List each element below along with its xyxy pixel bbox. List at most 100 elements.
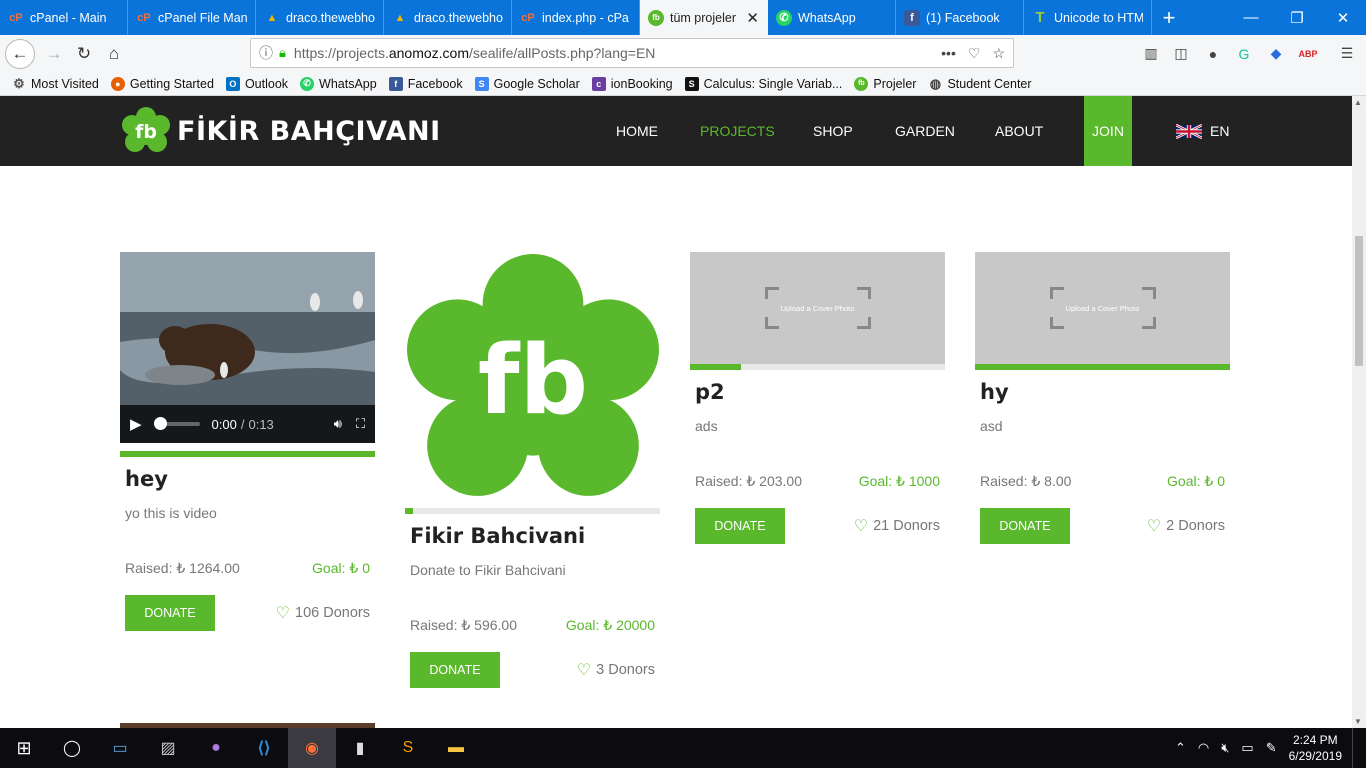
page-scrollbar[interactable]: ▲ ▼: [1352, 96, 1366, 728]
site-logo[interactable]: fb FİKİR BAHÇIVANI: [121, 106, 441, 156]
project-title[interactable]: p2: [695, 380, 940, 404]
heart-icon[interactable]: ♡: [276, 603, 290, 623]
reload-button[interactable]: ↻: [69, 39, 99, 69]
nav-home[interactable]: HOME: [616, 96, 658, 166]
firefox-icon[interactable]: ◉: [288, 728, 336, 768]
bookmark-most-visited[interactable]: ⚙ Most Visited: [12, 76, 99, 91]
bookmark-getting-started[interactable]: ● Getting Started: [110, 76, 214, 91]
tab-draco-2[interactable]: ▲ draco.thewebho: [384, 0, 512, 35]
tab-facebook[interactable]: f (1) Facebook: [896, 0, 1024, 35]
pen-icon[interactable]: ✎: [1266, 740, 1277, 756]
adblock-icon[interactable]: ABP: [1293, 35, 1323, 72]
scroll-down-icon[interactable]: ▼: [1354, 717, 1362, 726]
project-card: ▶ 0:00/0:13 🔊︎ ⛶ hey yo this is video Ra…: [120, 252, 375, 631]
tab-index-php[interactable]: cP index.php - cPa: [512, 0, 640, 35]
bookmark-star-icon[interactable]: ☆: [992, 45, 1005, 62]
account-icon[interactable]: ●: [1198, 35, 1228, 72]
windows-start-icon[interactable]: ⊞: [0, 728, 48, 768]
heart-icon[interactable]: ♡: [1147, 516, 1161, 536]
donate-button[interactable]: DONATE: [410, 652, 500, 688]
tab-unicode[interactable]: T Unicode to HTM: [1024, 0, 1152, 35]
donate-button[interactable]: DONATE: [695, 508, 785, 544]
new-tab-button[interactable]: +: [1152, 0, 1186, 35]
join-button[interactable]: JOIN: [1084, 96, 1132, 166]
extension-icon[interactable]: ◆: [1261, 35, 1291, 72]
tab-whatsapp[interactable]: ✆ WhatsApp: [768, 0, 896, 35]
language-selector[interactable]: EN: [1176, 96, 1229, 166]
sublime-icon[interactable]: S: [384, 728, 432, 768]
donors-count: ♡ 21 Donors: [853, 516, 940, 536]
notifications-icon[interactable]: [1352, 728, 1366, 768]
bookmark-google-scholar[interactable]: S Google Scholar: [474, 76, 580, 91]
windows-taskbar: ⊞ ◯ ▭ ▨ ● ⟨⟩ ◉ ▮ S ▬ ⌃ ◠ 🔇︎ ▭ ✎ 2:24 PM …: [0, 728, 1366, 768]
close-tab-icon[interactable]: ✕: [746, 9, 759, 27]
pocket-icon[interactable]: ♡: [968, 45, 981, 62]
globe-icon: ◍: [929, 75, 942, 91]
donate-button[interactable]: DONATE: [980, 508, 1070, 544]
tray-chevron-icon[interactable]: ⌃: [1175, 740, 1186, 756]
facebook-icon: f: [904, 9, 920, 26]
cortana-icon[interactable]: ◯: [48, 728, 96, 768]
back-button[interactable]: ←: [5, 38, 35, 69]
close-window-icon[interactable]: ✕: [1320, 0, 1366, 35]
fb-leaf-logo-icon: fb: [406, 254, 659, 496]
hamburger-menu-icon[interactable]: ☰: [1332, 35, 1362, 72]
bookmark-student-center[interactable]: ◍ Student Center: [928, 75, 1032, 91]
photos-icon[interactable]: ▨: [144, 728, 192, 768]
project-title[interactable]: hy: [980, 380, 1225, 404]
file-icon[interactable]: ▭: [96, 728, 144, 768]
project-image[interactable]: fb: [405, 252, 660, 508]
wifi-icon[interactable]: ◠: [1198, 740, 1209, 756]
scroll-up-icon[interactable]: ▲: [1354, 98, 1362, 107]
donate-button[interactable]: DONATE: [125, 595, 215, 631]
minimize-icon[interactable]: —: [1228, 0, 1274, 35]
play-icon[interactable]: ▶: [130, 415, 142, 433]
battery-icon[interactable]: ▭: [1241, 740, 1253, 756]
nav-about[interactable]: ABOUT: [995, 96, 1043, 166]
cover-photo-placeholder[interactable]: Upload a Cover Photo: [975, 252, 1230, 364]
heart-icon[interactable]: ♡: [854, 516, 868, 536]
raised-amount: Raised: ₺ 1264.00: [125, 560, 240, 576]
scrollbar-thumb[interactable]: [1355, 236, 1363, 366]
bookmark-outlook[interactable]: O Outlook: [225, 76, 288, 91]
firefox-icon: ●: [110, 76, 125, 91]
library-icon[interactable]: ▥: [1136, 35, 1166, 72]
video-seek-slider[interactable]: [153, 417, 200, 430]
project-card: Upload a Cover Photo hy asd Raised: ₺ 8.…: [975, 252, 1230, 544]
home-button[interactable]: ⌂: [99, 39, 129, 69]
vscode-icon[interactable]: ⟨⟩: [240, 728, 288, 768]
tab-cpanel-main[interactable]: cP cPanel - Main: [0, 0, 128, 35]
bookmark-facebook[interactable]: f Facebook: [388, 76, 463, 91]
tab-cpanel-file-manager[interactable]: cP cPanel File Mana: [128, 0, 256, 35]
heart-icon[interactable]: ♡: [577, 660, 591, 680]
nav-shop[interactable]: SHOP: [813, 96, 853, 166]
explorer-icon[interactable]: ▬: [432, 728, 480, 768]
video-time: 0:00: [211, 416, 237, 432]
bookmark-whatsapp[interactable]: ✆ WhatsApp: [300, 76, 377, 91]
sidebar-icon[interactable]: ◫: [1166, 35, 1196, 72]
restore-icon[interactable]: ❐: [1274, 0, 1320, 35]
github-icon[interactable]: ●: [192, 728, 240, 768]
project-video[interactable]: ▶ 0:00/0:13 🔊︎ ⛶: [120, 252, 375, 443]
bookmark-ionbooking[interactable]: c ionBooking: [591, 76, 673, 91]
grammarly-icon[interactable]: G: [1229, 35, 1259, 72]
page-actions-icon[interactable]: •••: [941, 45, 956, 62]
bookmark-projeler[interactable]: fb Projeler: [854, 76, 916, 91]
forward-button[interactable]: →: [39, 39, 69, 69]
tab-tum-projeler[interactable]: fb tüm projeler ✕: [640, 0, 768, 35]
info-icon[interactable]: ⓘ: [259, 43, 273, 63]
taskbar-clock[interactable]: 2:24 PM 6/29/2019: [1289, 732, 1342, 764]
video-controls: ▶ 0:00/0:13 🔊︎ ⛶: [120, 405, 375, 443]
bookmark-calculus[interactable]: S Calculus: Single Variab...: [684, 76, 842, 91]
nav-garden[interactable]: GARDEN: [895, 96, 955, 166]
nav-projects[interactable]: PROJECTS: [700, 96, 775, 166]
url-bar[interactable]: ⓘ 🔒︎ https://projects. anomoz.com/sealife…: [250, 38, 1014, 68]
tab-draco-1[interactable]: ▲ draco.thewebho: [256, 0, 384, 35]
volume-icon[interactable]: 🔊︎: [334, 416, 342, 432]
fullscreen-icon[interactable]: ⛶: [356, 416, 365, 432]
project-title[interactable]: Fikir Bahcivani: [410, 524, 655, 548]
cover-photo-placeholder[interactable]: Upload a Cover Photo: [690, 252, 945, 364]
project-title[interactable]: hey: [125, 467, 370, 491]
terminal-icon[interactable]: ▮: [336, 728, 384, 768]
volume-mute-icon[interactable]: 🔇︎: [1221, 740, 1229, 756]
